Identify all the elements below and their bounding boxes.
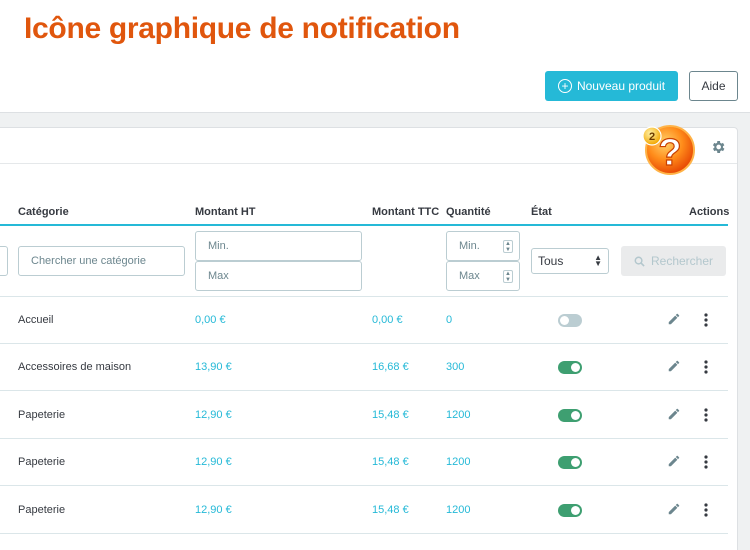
qty-max-placeholder: Max [459,270,480,282]
svg-text:?: ? [658,132,681,174]
card-header [0,128,737,164]
ht-min-input[interactable]: Min. [195,231,362,261]
category-filter-placeholder: Chercher une catégorie [31,255,146,267]
column-header-amount-ht[interactable]: Montant HT [195,206,255,218]
table-row[interactable]: Papeterie 12,90 € 15,48 € 1200 [0,487,728,534]
row-quantity[interactable]: 300 [446,344,464,390]
more-options-icon[interactable] [700,454,712,470]
more-options-icon[interactable] [700,502,712,518]
status-toggle[interactable] [558,361,582,375]
ht-min-placeholder: Min. [208,240,229,252]
row-quantity[interactable]: 1200 [446,392,470,438]
status-toggle[interactable] [558,503,582,517]
row-category: Papeterie [18,408,66,421]
row-category: Papeterie [18,503,66,516]
row-amount-ttc[interactable]: 15,48 € [372,439,409,485]
status-toggle[interactable] [558,456,582,470]
qty-max-input[interactable]: Max ▲ ▼ [446,261,520,291]
page-header: Icône graphique de notification + Nouvea… [0,0,750,113]
status-toggle[interactable] [558,408,582,422]
table-row[interactable]: Accueil 0,00 € 0,00 € 0 [0,297,728,344]
row-quantity[interactable]: 0 [446,297,452,343]
row-amount-ht[interactable]: 12,90 € [195,392,232,438]
ht-max-input[interactable]: Max [195,261,362,291]
search-button[interactable]: Rechercher [621,246,726,276]
pencil-icon[interactable] [667,502,681,516]
select-arrows-icon: ▲ ▼ [594,253,602,268]
ht-max-placeholder: Max [208,270,229,282]
row-category: Accessoires de maison [18,361,132,374]
row-category: Accueil [18,314,54,326]
notification-count: 2 [649,131,655,143]
state-select[interactable]: Tous ▲ ▼ [531,248,609,274]
row-amount-ht[interactable]: 12,90 € [195,487,232,533]
row-amount-ttc[interactable]: 15,48 € [372,487,409,533]
category-filter-input[interactable]: Chercher une catégorie [18,246,185,276]
toggle-knob [560,316,569,325]
row-amount-ht[interactable]: 13,90 € [195,344,232,390]
row-amount-ht[interactable]: 0,00 € [195,297,226,343]
toggle-knob [571,458,580,468]
column-header-category[interactable]: Catégorie [18,206,69,218]
table-row[interactable]: Accessoires de maison 13,90 € 16,68 € 300 [0,344,728,392]
plus-circle-icon: + [557,79,572,93]
column-header-actions: Actions [689,206,730,218]
pencil-icon[interactable] [667,454,681,468]
help-button[interactable]: Aide [689,71,738,101]
table-row[interactable]: Papeterie 12,90 € 15,48 € 1200 [0,439,728,487]
pencil-icon[interactable] [667,312,681,326]
row-category: Papeterie [18,456,66,469]
column-header-amount-ttc[interactable]: Montant TTC [372,206,439,218]
search-icon [634,256,645,267]
toggle-knob [571,505,580,515]
page-title: Icône graphique de notification [24,12,460,45]
qty-min-placeholder: Min. [459,240,480,252]
toggle-knob [571,363,580,373]
stepper-icon[interactable]: ▲ ▼ [503,270,513,283]
header-divider [0,224,728,226]
row-amount-ttc[interactable]: 15,48 € [372,392,409,438]
table-row[interactable]: Papeterie 12,90 € 15,48 € 1200 [0,392,728,439]
row-quantity[interactable]: 1200 [446,487,470,533]
more-options-icon[interactable] [700,312,712,328]
more-options-icon[interactable] [700,359,712,375]
row-amount-ht[interactable]: 12,90 € [195,439,232,485]
status-toggle[interactable] [558,314,582,327]
new-product-button[interactable]: + Nouveau produit [545,71,678,101]
help-bubble-icon[interactable]: ? 2 [638,122,696,178]
row-amount-ttc[interactable]: 16,68 € [372,344,409,390]
column-header-state[interactable]: État [531,206,552,218]
qty-min-input[interactable]: Min. ▲ ▼ [446,231,520,261]
pencil-icon[interactable] [667,407,681,421]
name-filter-input[interactable] [0,246,8,276]
state-select-value: Tous [538,254,564,268]
new-product-label: Nouveau produit [576,79,666,93]
gear-icon[interactable] [710,139,726,155]
toggle-knob [571,410,580,420]
row-quantity[interactable]: 1200 [446,439,470,485]
pencil-icon[interactable] [667,359,681,373]
search-button-label: Rechercher [650,254,714,268]
more-options-icon[interactable] [700,407,712,423]
row-amount-ttc[interactable]: 0,00 € [372,297,403,343]
stepper-icon[interactable]: ▲ ▼ [503,240,513,253]
column-header-quantity[interactable]: Quantité [446,206,491,218]
